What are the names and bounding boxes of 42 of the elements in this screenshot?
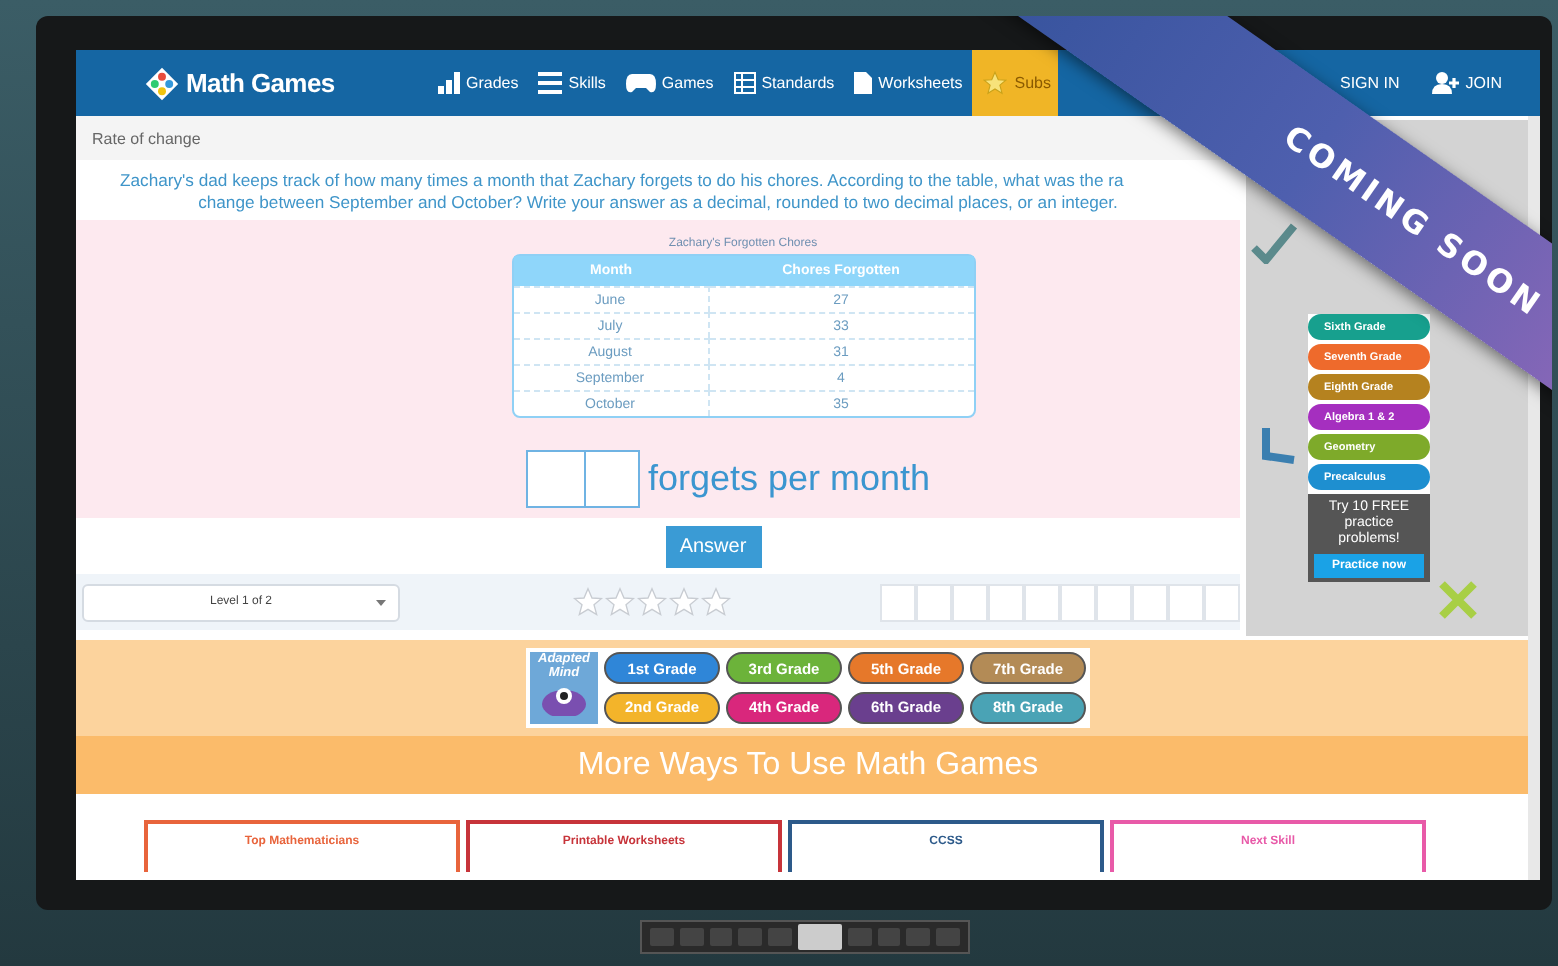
- breadcrumb-text: Rate of change: [92, 129, 201, 147]
- control-key[interactable]: [738, 928, 763, 946]
- control-key[interactable]: [650, 928, 674, 946]
- star-icon: [636, 586, 668, 618]
- monitor-icon[interactable]: [798, 924, 842, 950]
- nav-link[interactable]: Worksheets: [844, 50, 973, 116]
- account-link[interactable]: SIGN IN: [1329, 50, 1410, 116]
- section-heading: More Ways To Use Math Games: [577, 747, 1039, 783]
- document-icon: [854, 72, 873, 94]
- star-icon: [982, 70, 1009, 96]
- control-key[interactable]: [906, 928, 931, 946]
- question-text: Zachary's dad keeps track of how many times a month that Zachary forgets to do his chores. According to the table, what was the ra: [118, 170, 1126, 192]
- nav-link[interactable]: Skills: [528, 50, 616, 116]
- answer-unit-text: forgets per month: [647, 458, 931, 500]
- control-key[interactable]: [768, 928, 793, 946]
- diamond-logo-icon: [144, 65, 180, 101]
- star-icon: [668, 586, 700, 618]
- account-link[interactable]: JOIN: [1421, 50, 1512, 116]
- caret-icon: [376, 599, 386, 605]
- star-icon: [572, 586, 604, 618]
- table-icon: [733, 72, 756, 94]
- gamepad-icon: [625, 73, 656, 93]
- cross-icon: [1438, 580, 1478, 620]
- add-user-icon: [1431, 72, 1460, 94]
- control-key[interactable]: [679, 928, 704, 946]
- angle-icon: [1258, 424, 1298, 464]
- control-key[interactable]: [709, 928, 733, 946]
- answer-input-field[interactable]: [525, 450, 640, 508]
- question-text: change between September and October? Write your answer as a decimal, rounded to two decimal places, or an integer.: [196, 192, 1120, 214]
- answer-button[interactable]: Answer: [665, 525, 761, 567]
- site-logo-text[interactable]: Math Games: [186, 68, 335, 98]
- control-key[interactable]: [877, 928, 901, 946]
- bar-chart-icon: [438, 72, 460, 94]
- nav-link[interactable]: Subs: [972, 50, 1057, 116]
- nav-link[interactable]: Games: [615, 50, 724, 116]
- control-key[interactable]: [936, 928, 960, 946]
- star-icon: [700, 586, 732, 618]
- nav-link[interactable]: Standards: [723, 50, 845, 116]
- nav-link[interactable]: Grades: [428, 50, 529, 116]
- list-icon: [538, 72, 563, 94]
- star-icon: [604, 586, 636, 618]
- control-key[interactable]: [847, 928, 872, 946]
